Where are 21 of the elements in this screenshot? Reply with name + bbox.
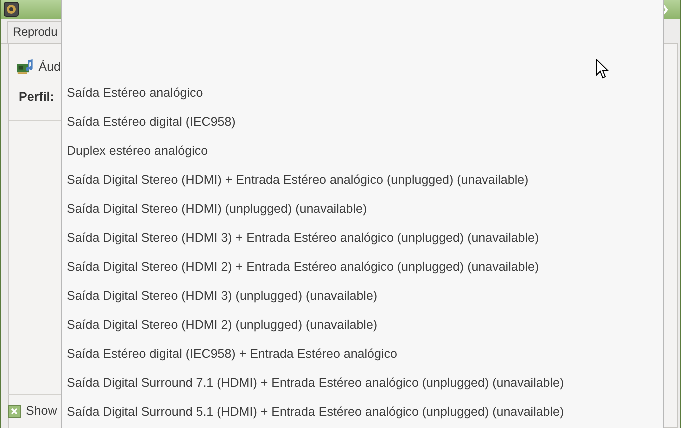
menu-item[interactable]: Saída Estéreo digital (IEC958) + Entrada Estéreo analógico — [62, 339, 663, 368]
menu-item[interactable]: Saída Digital Surround 5.1 (HDMI) + Entrada Estéreo analógico (unplugged) (unavailable) — [62, 397, 663, 426]
tab[interactable]: Reprodu — [7, 21, 61, 43]
profile-label: Perfil: — [18, 89, 56, 104]
sound-card-icon — [17, 59, 34, 75]
mouse-cursor-icon — [596, 59, 610, 80]
menu-item[interactable]: Saída Digital Stereo (HDMI 2) (unplugged) (unavailable) — [62, 310, 663, 339]
menu-item[interactable]: Saída Digital Stereo (HDMI) (unplugged) (unavailable) — [62, 194, 663, 223]
menu-item[interactable]: Duplex estéreo analógico — [62, 136, 663, 165]
menu-item[interactable]: Saída Digital Stereo (HDMI 2) + Entrada Estéreo analógico (unplugged) (unavailable) — [62, 252, 663, 281]
menu-item[interactable]: Saída Estéreo digital (IEC958) — [62, 107, 663, 136]
checkbox-label: Show — [26, 404, 58, 418]
menu-item[interactable]: Saída Estéreo analógico — [62, 78, 663, 107]
checkbox[interactable] — [8, 404, 21, 418]
cross-mark-icon — [11, 408, 18, 414]
menu-item[interactable]: Saída Digital Stereo (HDMI 3) + Entrada Estéreo analógico (unplugged) (unavailable) — [62, 223, 663, 252]
menu-item[interactable]: Saída Digital Surround 7.1 (HDMI) + Entrada Estéreo analógico (unplugged) (unavailable) — [62, 368, 663, 397]
menu-item[interactable]: Saída Digital Stereo (HDMI) + Entrada Estéreo analógico (unplugged) (unavailable) — [62, 165, 663, 194]
speaker-icon — [4, 2, 19, 17]
device-name: Áud — [38, 60, 61, 74]
menu-item[interactable]: Saída Digital Stereo (HDMI 3) (unplugged) (unavailable) — [62, 281, 663, 310]
